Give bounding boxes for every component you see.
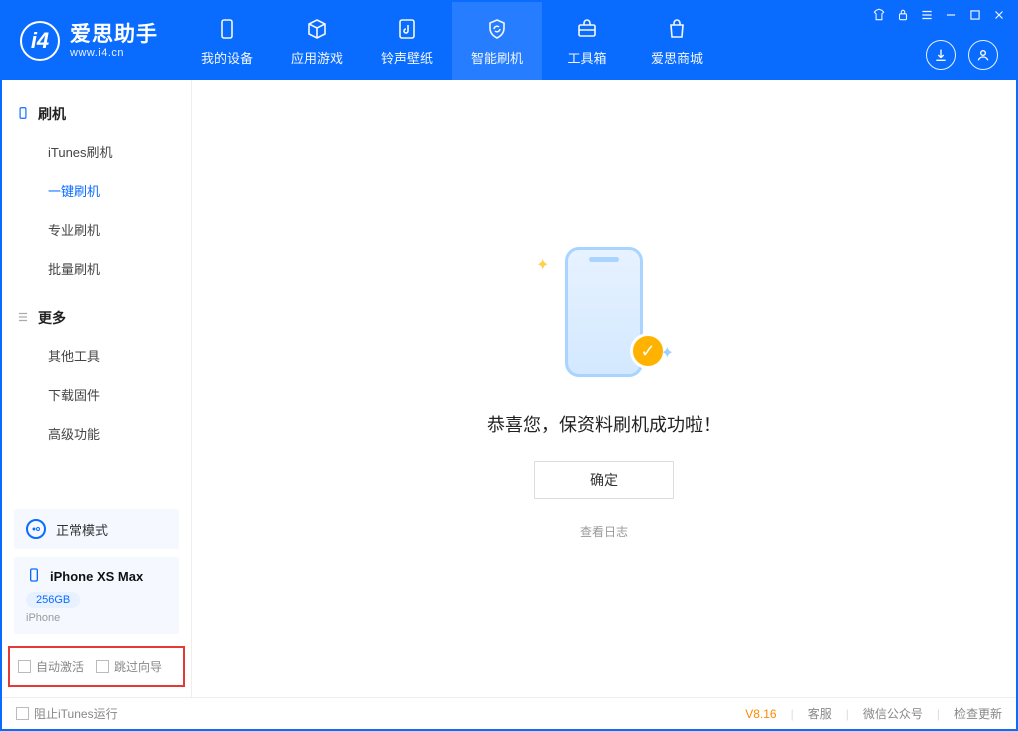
divider: | bbox=[846, 707, 849, 721]
sidebar-head-flash: 刷机 bbox=[16, 96, 177, 132]
sidebar-item-other-tools[interactable]: 其他工具 bbox=[16, 336, 177, 375]
nav-label: 工具箱 bbox=[567, 48, 606, 67]
phone-small-icon bbox=[16, 106, 30, 123]
sidebar-item-advanced[interactable]: 高级功能 bbox=[16, 414, 177, 453]
list-icon bbox=[16, 310, 30, 327]
nav-smart-flash[interactable]: 智能刷机 bbox=[452, 2, 542, 80]
device-type: iPhone bbox=[26, 612, 167, 624]
divider: | bbox=[937, 707, 940, 721]
nav-label: 智能刷机 bbox=[471, 48, 523, 67]
checkbox-block-itunes[interactable]: 阻止iTunes运行 bbox=[16, 705, 118, 722]
checkbox-box bbox=[96, 660, 109, 673]
sidebar-item-oneclick-flash[interactable]: 一键刷机 bbox=[16, 171, 177, 210]
divider: | bbox=[791, 707, 794, 721]
header-actions bbox=[926, 40, 998, 70]
device-small-icon bbox=[26, 567, 42, 586]
lock-icon[interactable] bbox=[896, 8, 910, 25]
device-row: iPhone XS Max bbox=[26, 567, 167, 586]
nav-ringtones-wallpapers[interactable]: 铃声壁纸 bbox=[362, 2, 452, 80]
content: ✦ ✓ ✦ 恭喜您，保资料刷机成功啦！ 确定 查看日志 bbox=[192, 80, 1016, 697]
footer-link-support[interactable]: 客服 bbox=[808, 705, 832, 722]
mode-icon bbox=[26, 519, 46, 539]
brand-title: 爱思助手 bbox=[70, 23, 158, 46]
checkbox-skip-guide[interactable]: 跳过向导 bbox=[96, 658, 162, 675]
nav-store[interactable]: 爱思商城 bbox=[632, 2, 722, 80]
menu-icon[interactable] bbox=[920, 8, 934, 25]
sidebar-head-more: 更多 bbox=[16, 300, 177, 336]
sidebar-head-label: 更多 bbox=[38, 308, 66, 328]
checkbox-box bbox=[16, 707, 29, 720]
sidebar-list-more: 其他工具 下载固件 高级功能 bbox=[16, 336, 177, 465]
sidebar: 刷机 iTunes刷机 一键刷机 专业刷机 批量刷机 更多 其他工具 下载固件 … bbox=[2, 80, 192, 697]
view-log-link[interactable]: 查看日志 bbox=[580, 523, 628, 540]
music-file-icon bbox=[394, 16, 420, 42]
nav-label: 爱思商城 bbox=[651, 48, 703, 67]
brand-sub: www.i4.cn bbox=[70, 47, 158, 59]
app-window: i4 爱思助手 www.i4.cn 我的设备 应用游戏 铃声壁纸 智能刷机 bbox=[0, 0, 1018, 731]
brand-logo-icon: i4 bbox=[20, 21, 60, 61]
toolbox-icon bbox=[574, 16, 600, 42]
minimize-button[interactable] bbox=[944, 8, 958, 25]
checkbox-auto-activate[interactable]: 自动激活 bbox=[18, 658, 84, 675]
nav-toolbox[interactable]: 工具箱 bbox=[542, 2, 632, 80]
nav-my-device[interactable]: 我的设备 bbox=[182, 2, 272, 80]
version-label: V8.16 bbox=[745, 707, 776, 721]
sidebar-bottom: 正常模式 iPhone XS Max 256GB iPhone 自动激活 bbox=[2, 501, 191, 697]
nav-label: 应用游戏 bbox=[291, 48, 343, 67]
checkbox-label: 自动激活 bbox=[36, 658, 84, 675]
brand: i4 爱思助手 www.i4.cn bbox=[20, 21, 158, 61]
sidebar-item-pro-flash[interactable]: 专业刷机 bbox=[16, 210, 177, 249]
header: i4 爱思助手 www.i4.cn 我的设备 应用游戏 铃声壁纸 智能刷机 bbox=[2, 2, 1016, 80]
maximize-button[interactable] bbox=[968, 8, 982, 25]
nav-label: 我的设备 bbox=[201, 48, 253, 67]
body: 刷机 iTunes刷机 一键刷机 专业刷机 批量刷机 更多 其他工具 下载固件 … bbox=[2, 80, 1016, 697]
user-button[interactable] bbox=[968, 40, 998, 70]
nav: 我的设备 应用游戏 铃声壁纸 智能刷机 工具箱 爱思商城 bbox=[182, 2, 722, 80]
close-button[interactable] bbox=[992, 8, 1006, 25]
bag-icon bbox=[664, 16, 690, 42]
checkbox-box bbox=[18, 660, 31, 673]
window-controls bbox=[872, 8, 1006, 25]
success-illustration: ✦ ✓ ✦ bbox=[534, 237, 674, 387]
device-card[interactable]: iPhone XS Max 256GB iPhone bbox=[14, 557, 179, 634]
footer-link-update[interactable]: 检查更新 bbox=[954, 705, 1002, 722]
sidebar-item-download-firmware[interactable]: 下载固件 bbox=[16, 375, 177, 414]
checkbox-label: 跳过向导 bbox=[114, 658, 162, 675]
footer: 阻止iTunes运行 V8.16 | 客服 | 微信公众号 | 检查更新 bbox=[2, 697, 1016, 729]
sidebar-list-flash: iTunes刷机 一键刷机 专业刷机 批量刷机 bbox=[16, 132, 177, 300]
ok-button[interactable]: 确定 bbox=[534, 461, 674, 499]
sidebar-item-batch-flash[interactable]: 批量刷机 bbox=[16, 249, 177, 288]
checkbox-label: 阻止iTunes运行 bbox=[34, 705, 118, 722]
sidebar-section-flash: 刷机 iTunes刷机 一键刷机 专业刷机 批量刷机 更多 其他工具 下载固件 … bbox=[2, 96, 191, 465]
nav-apps-games[interactable]: 应用游戏 bbox=[272, 2, 362, 80]
download-button[interactable] bbox=[926, 40, 956, 70]
sidebar-head-label: 刷机 bbox=[38, 104, 66, 124]
sparkle-icon: ✦ bbox=[536, 255, 549, 275]
footer-right: V8.16 | 客服 | 微信公众号 | 检查更新 bbox=[745, 705, 1002, 722]
cube-icon bbox=[304, 16, 330, 42]
skin-icon[interactable] bbox=[872, 8, 886, 25]
mode-label: 正常模式 bbox=[56, 520, 108, 539]
footer-link-wechat[interactable]: 微信公众号 bbox=[863, 705, 923, 722]
device-icon bbox=[214, 16, 240, 42]
mode-card[interactable]: 正常模式 bbox=[14, 509, 179, 549]
device-name: iPhone XS Max bbox=[50, 569, 143, 584]
options-highlight-box: 自动激活 跳过向导 bbox=[8, 646, 185, 687]
sidebar-item-itunes-flash[interactable]: iTunes刷机 bbox=[16, 132, 177, 171]
sparkle-icon: ✦ bbox=[661, 343, 674, 363]
device-storage-pill: 256GB bbox=[26, 592, 80, 608]
shield-sync-icon bbox=[484, 16, 510, 42]
brand-text: 爱思助手 www.i4.cn bbox=[70, 23, 158, 58]
success-message: 恭喜您，保资料刷机成功啦！ bbox=[487, 411, 721, 437]
nav-label: 铃声壁纸 bbox=[381, 48, 433, 67]
